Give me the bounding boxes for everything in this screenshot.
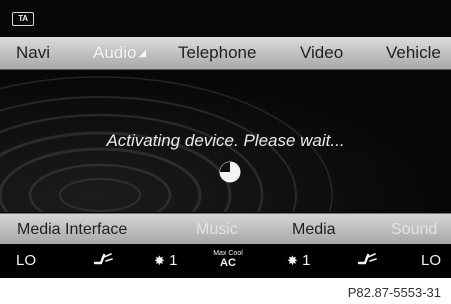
content-area: Activating device. Please wait... <box>0 70 451 212</box>
left-temperature[interactable]: LO <box>16 244 36 278</box>
sub-item-music[interactable]: Music <box>196 214 238 244</box>
status-message: Activating device. Please wait... <box>106 131 345 150</box>
menu-item-navi[interactable]: Navi <box>16 37 50 69</box>
max-cool-button[interactable]: Max Cool AC <box>208 250 248 269</box>
right-fan-icon: ✸ <box>287 253 298 268</box>
spinner-progress-wedge <box>220 162 230 172</box>
menu-item-telephone[interactable]: Telephone <box>178 37 256 69</box>
right-temperature[interactable]: LO <box>421 244 441 278</box>
main-menu-bar: Navi Audio ◢ Telephone Video Vehicle <box>0 37 451 70</box>
traffic-announcement-icon: TA <box>12 12 34 26</box>
menu-item-audio[interactable]: Audio ◢ <box>93 37 146 69</box>
left-airflow-icon[interactable] <box>92 244 114 278</box>
menu-item-video[interactable]: Video <box>300 37 343 69</box>
status-bar: TA <box>0 0 451 36</box>
figure-reference-code: P82.87-5553-31 <box>347 285 441 300</box>
right-fan-level: 1 <box>302 252 311 269</box>
left-fan-control[interactable]: ✸ 1 <box>154 244 177 278</box>
left-fan-level: 1 <box>169 252 178 269</box>
max-cool-label: Max Cool <box>213 250 243 257</box>
loading-spinner-icon <box>219 161 241 183</box>
sub-item-media[interactable]: Media <box>292 214 336 244</box>
right-fan-control[interactable]: ✸ 1 <box>287 244 310 278</box>
submenu-indicator-icon: ◢ <box>138 48 147 59</box>
right-airflow-seat-icon <box>357 253 377 265</box>
climate-bar: LO ✸ 1 Max Cool AC ✸ 1 LO <box>0 244 451 278</box>
left-fan-icon: ✸ <box>154 253 165 268</box>
left-airflow-seat-icon <box>93 253 113 265</box>
menu-item-audio-label: Audio <box>93 43 137 62</box>
sub-item-sound[interactable]: Sound <box>391 214 437 244</box>
menu-item-vehicle[interactable]: Vehicle <box>386 37 441 69</box>
sub-item-media-interface[interactable]: Media Interface <box>17 214 127 244</box>
sub-menu-bar: Media Interface Music Media Sound <box>0 213 451 244</box>
head-unit-screen: TA Navi Audio ◢ Telephone Video Vehicle A… <box>0 0 451 278</box>
right-airflow-icon[interactable] <box>356 244 378 278</box>
ac-label: AC <box>220 257 236 269</box>
